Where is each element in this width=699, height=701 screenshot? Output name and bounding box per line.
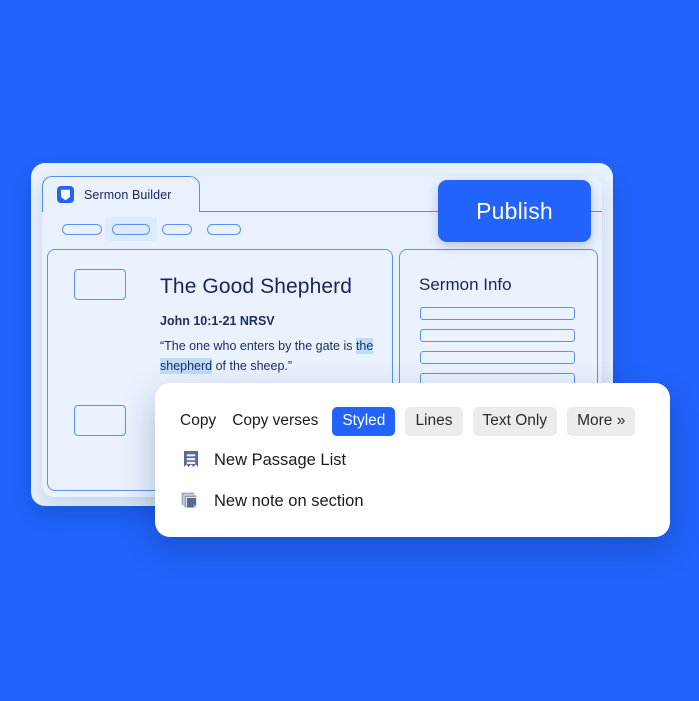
sermon-info-title: Sermon Info xyxy=(419,275,512,294)
secondary-toolbar xyxy=(55,217,475,241)
passage-list-icon xyxy=(180,450,201,471)
toolbar-pill-1[interactable] xyxy=(62,223,102,235)
copy-format-lines-button[interactable]: Lines xyxy=(405,407,463,436)
toolbar-pill-3-wrap[interactable] xyxy=(156,217,198,241)
toolbar-pill-3[interactable] xyxy=(162,223,192,235)
stacked-notes-icon xyxy=(180,491,201,512)
sermon-info-field-3[interactable] xyxy=(420,351,575,364)
menu-item-new-passage-list[interactable]: New Passage List xyxy=(180,450,346,471)
toolbar-pill-4[interactable] xyxy=(207,223,241,235)
menu-item-label: New Passage List xyxy=(214,451,347,469)
sermon-info-field-1[interactable] xyxy=(420,307,575,320)
sermon-scripture-reference: John 10:1-21 NRSV xyxy=(160,314,275,328)
toolbar-pill-2-wrap[interactable] xyxy=(105,217,157,241)
toolbar-pill-4-wrap[interactable] xyxy=(201,217,247,241)
quote-part-before: “The one who enters by the gate is xyxy=(160,339,356,353)
tab-sermon-builder[interactable]: Sermon Builder xyxy=(42,176,200,212)
copy-label[interactable]: Copy xyxy=(180,412,216,430)
copy-verses-label[interactable]: Copy verses xyxy=(232,412,318,430)
menu-item-label: New note on section xyxy=(214,492,364,510)
copy-format-more-button[interactable]: More » xyxy=(567,407,636,436)
copy-format-text-only-button[interactable]: Text Only xyxy=(472,407,558,436)
tab-label: Sermon Builder xyxy=(84,187,172,202)
copy-toolbar: Copy Copy verses Styled Lines Text Only … xyxy=(180,407,636,436)
sermon-title: The Good Shepherd xyxy=(160,275,353,298)
sermon-info-field-2[interactable] xyxy=(420,329,575,342)
editor-placeholder-box-bottom[interactable] xyxy=(74,405,126,436)
menu-item-new-note-on-section[interactable]: New note on section xyxy=(180,491,364,512)
copy-format-styled-button[interactable]: Styled xyxy=(332,407,396,436)
shield-bookmark-icon xyxy=(57,186,74,203)
quote-part-after: of the sheep.” xyxy=(212,359,293,373)
toolbar-pill-1-wrap[interactable] xyxy=(55,217,109,241)
publish-button[interactable]: Publish xyxy=(438,180,591,242)
toolbar-pill-2[interactable] xyxy=(112,223,150,235)
context-menu-popup: Copy Copy verses Styled Lines Text Only … xyxy=(155,383,670,537)
editor-placeholder-box-top[interactable] xyxy=(74,269,126,300)
sermon-quote-text: “The one who enters by the gate is the s… xyxy=(160,336,390,376)
